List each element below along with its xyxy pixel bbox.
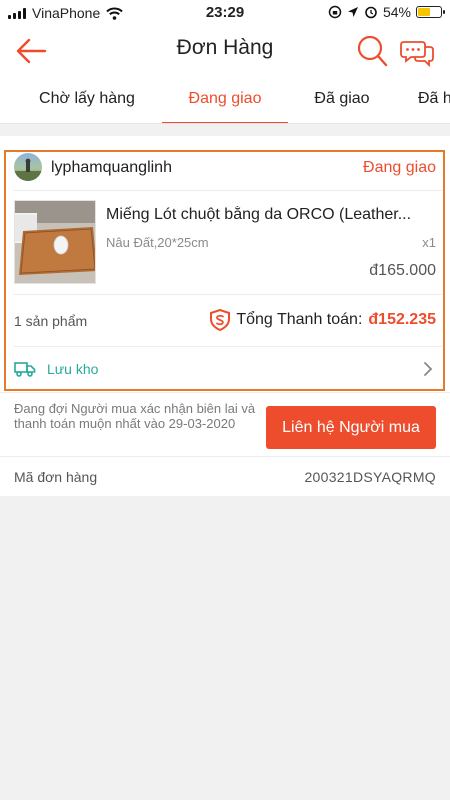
search-icon: [357, 35, 388, 67]
total-amount: đ152.235: [368, 311, 436, 328]
tab-dang-giao[interactable]: Đang giao: [162, 76, 288, 123]
shopee-guarantee-icon: [210, 309, 231, 331]
order-code: 200321DSYAQRMQ: [304, 469, 436, 485]
back-button[interactable]: [14, 36, 48, 66]
shipping-status: Lưu kho: [47, 361, 99, 377]
tab-cho-lay-hang[interactable]: Chờ lấy hàng: [22, 76, 152, 123]
search-button[interactable]: [356, 34, 388, 68]
shipping-status-row[interactable]: Lưu kho: [0, 346, 450, 392]
order-status: Đang giao: [363, 159, 436, 176]
order-card[interactable]: lyphamquanglinh Đang giao Miếng Lót chuộ…: [0, 136, 450, 496]
truck-icon: [14, 362, 36, 377]
battery-percent: 54%: [382, 4, 411, 20]
order-tabs: Chờ lấy hàng Đang giao Đã giao Đã h: [0, 76, 450, 124]
status-bar: VinaPhone 23:29 54%: [0, 0, 450, 26]
avatar: [14, 153, 42, 181]
product-quantity: x1: [422, 235, 436, 250]
product-image: [14, 200, 96, 284]
total-label: Tổng Thanh toán:: [236, 311, 363, 328]
arrow-left-icon: [16, 38, 47, 64]
tab-da-giao[interactable]: Đã giao: [300, 76, 384, 123]
chevron-right-icon: [424, 362, 433, 376]
product-name: Miếng Lót chuột bằng da ORCO (Leather...: [106, 206, 412, 223]
product-price: đ165.000: [369, 262, 436, 279]
item-count: 1 sản phẩm: [14, 313, 88, 329]
contact-buyer-button[interactable]: Liên hệ Người mua: [266, 406, 436, 449]
product-variation: Nâu Đất,20*25cm: [106, 235, 209, 250]
order-code-label: Mã đơn hàng: [14, 469, 98, 485]
total-row: 1 sản phẩm Tổng Thanh toán: đ152.235: [0, 294, 450, 346]
chat-button[interactable]: [400, 37, 434, 68]
location-icon: [347, 7, 358, 17]
alarm-icon: [365, 6, 377, 19]
battery-icon: [416, 6, 445, 18]
shop-row[interactable]: lyphamquanglinh Đang giao: [0, 150, 450, 190]
product-item[interactable]: Miếng Lót chuột bằng da ORCO (Leather...…: [0, 190, 450, 294]
chat-icon: [400, 41, 434, 68]
header: Đơn Hàng: [0, 26, 450, 76]
rotation-lock-icon: [328, 5, 342, 19]
order-code-row: Mã đơn hàng 200321DSYAQRMQ: [0, 456, 450, 496]
tab-da-huy[interactable]: Đã h: [418, 76, 450, 123]
action-row: Đang đợi Người mua xác nhận biên lai và …: [0, 392, 450, 454]
payment-deadline-note: Đang đợi Người mua xác nhận biên lai và …: [14, 401, 256, 431]
shop-name: lyphamquanglinh: [51, 159, 172, 176]
